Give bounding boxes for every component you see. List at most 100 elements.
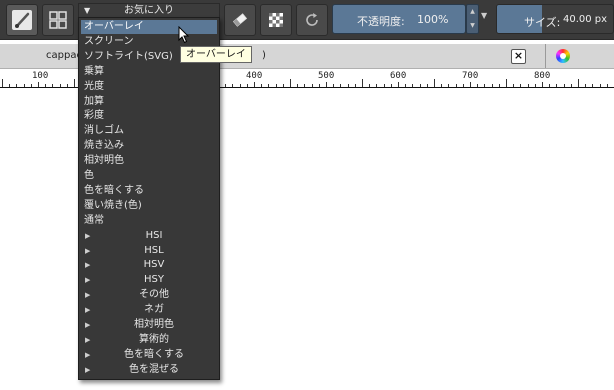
blend-mode-item[interactable]: 通常 [81, 214, 217, 228]
blend-mode-group-label: その他 [139, 289, 169, 300]
ruler-tick [398, 82, 399, 87]
ruler-tick [528, 84, 529, 87]
close-tab-button[interactable]: × [511, 49, 526, 64]
eraser-icon [232, 13, 248, 27]
ruler-tick [52, 84, 53, 87]
ruler-tick [24, 84, 25, 87]
blend-mode-group[interactable]: ▶ HSV [81, 258, 217, 272]
ruler-tick [369, 84, 370, 87]
preserve-alpha-icon [269, 13, 283, 27]
submenu-arrow-icon: ▶ [85, 306, 91, 314]
opacity-label: 不透明度: [357, 15, 405, 28]
color-wheel-icon[interactable] [556, 49, 570, 63]
blend-mode-group[interactable]: ▶ 色を暗くする [81, 348, 217, 362]
ruler-tick [67, 84, 68, 87]
blend-mode-group[interactable]: ▶ 相対明色 [81, 318, 217, 332]
blend-mode-item[interactable]: 彩度 [81, 109, 217, 123]
ruler-tick [427, 84, 428, 87]
blend-mode-item[interactable]: 消しゴム [81, 124, 217, 138]
ruler-tick [412, 84, 413, 87]
blend-mode-menu: オーバーレイ スクリーン ソフトライト(SVG) 乗算 光度 加算 彩度 消しゴム 焼き込み 相対… [78, 17, 220, 380]
ruler-tick [333, 84, 334, 87]
blend-mode-item[interactable]: 乗算 [81, 65, 217, 79]
blend-mode-item[interactable]: 色 [81, 169, 217, 183]
ruler-tick [268, 84, 269, 87]
blend-mode-item[interactable]: 光度 [81, 80, 217, 94]
blend-mode-group[interactable]: ▶ 色を混ぜる [81, 363, 217, 377]
blend-mode-group-label: 色を混ぜる [129, 364, 179, 375]
ruler-tick [484, 84, 485, 87]
ruler-tick [448, 84, 449, 87]
opacity-menu-arrow-icon[interactable]: ▼ [481, 11, 487, 20]
preset-grid-icon [49, 11, 67, 29]
ruler-tick [38, 82, 39, 87]
ruler-tick [463, 84, 464, 87]
opacity-spin-buttons[interactable]: ▲ ▼ [466, 4, 479, 34]
ruler-tick [9, 84, 10, 87]
blend-mode-item[interactable]: 加算 [81, 95, 217, 109]
submenu-arrow-icon: ▶ [85, 247, 91, 255]
preset-grid-button[interactable] [42, 4, 74, 36]
ruler-tick [297, 84, 298, 87]
ruler-label: 400 [246, 71, 263, 81]
ruler-tick [564, 84, 565, 87]
ruler-tick [348, 84, 349, 87]
ruler-tick [571, 84, 572, 87]
ruler-tick [261, 84, 262, 87]
ruler-tick [290, 79, 291, 87]
blend-mode-group[interactable]: ▶ HSI [81, 229, 217, 243]
ruler-tick [283, 84, 284, 87]
ruler-tick [585, 84, 586, 87]
blend-mode-group[interactable]: ▶ HSL [81, 244, 217, 258]
submenu-arrow-icon: ▶ [85, 351, 91, 359]
blend-mode-item[interactable]: 焼き込み [81, 139, 217, 153]
eraser-mode-button[interactable] [224, 4, 256, 36]
blend-mode-item[interactable]: オーバーレイ [81, 20, 217, 34]
ruler-tick [362, 79, 363, 87]
opacity-slider[interactable]: 不透明度: 100% [332, 4, 466, 34]
blend-mode-group[interactable]: ▶ その他 [81, 288, 217, 302]
blend-mode-group-label: HSV [143, 259, 165, 270]
ruler-label: 500 [318, 71, 335, 81]
blend-mode-group-label: 算術的 [139, 334, 169, 345]
spin-down-icon[interactable]: ▼ [467, 19, 478, 33]
blend-mode-group[interactable]: ▶ ネガ [81, 303, 217, 317]
ruler-tick [434, 79, 435, 87]
brush-preset-button[interactable] [6, 4, 38, 36]
ruler-tick [600, 84, 601, 87]
ruler-tick [384, 84, 385, 87]
blend-mode-group[interactable]: ▶ 算術的 [81, 333, 217, 347]
blend-mode-group[interactable]: ▶ HSY [81, 273, 217, 287]
ruler-tick [405, 84, 406, 87]
ruler-tick [60, 84, 61, 87]
blend-mode-group-label: 相対明色 [134, 319, 174, 330]
blend-mode-item[interactable]: 相対明色 [81, 154, 217, 168]
size-slider[interactable]: サイズ: 40.00 px [496, 4, 614, 34]
ruler-tick [16, 84, 17, 87]
ruler-tick [506, 79, 507, 87]
blend-mode-item[interactable]: 色を暗くする [81, 184, 217, 198]
ruler-tick [578, 79, 579, 87]
ruler-tick [276, 84, 277, 87]
spin-up-icon[interactable]: ▲ [467, 5, 478, 19]
ruler-tick [549, 84, 550, 87]
ruler-tick [441, 84, 442, 87]
ruler-tick [240, 84, 241, 87]
reload-preset-button[interactable] [296, 4, 328, 36]
ruler-tick [326, 82, 327, 87]
blend-mode-item[interactable]: 覆い焼き(色) [81, 199, 217, 213]
size-value: 40.00 px [563, 14, 608, 25]
ruler-tick [535, 84, 536, 87]
tab-separator [545, 44, 546, 68]
ruler-tick [520, 84, 521, 87]
blend-mode-group-label: HSL [144, 245, 164, 256]
submenu-arrow-icon: ▶ [85, 336, 91, 344]
preserve-alpha-button[interactable] [260, 4, 292, 36]
ruler-tick [355, 84, 356, 87]
ruler-tick [304, 84, 305, 87]
document-tab-title[interactable]: cappac [46, 50, 82, 61]
submenu-arrow-icon: ▶ [85, 276, 91, 284]
blend-mode-group-label: 色を暗くする [124, 349, 184, 360]
size-label: サイズ: [524, 16, 561, 29]
submenu-arrow-icon: ▶ [85, 321, 91, 329]
